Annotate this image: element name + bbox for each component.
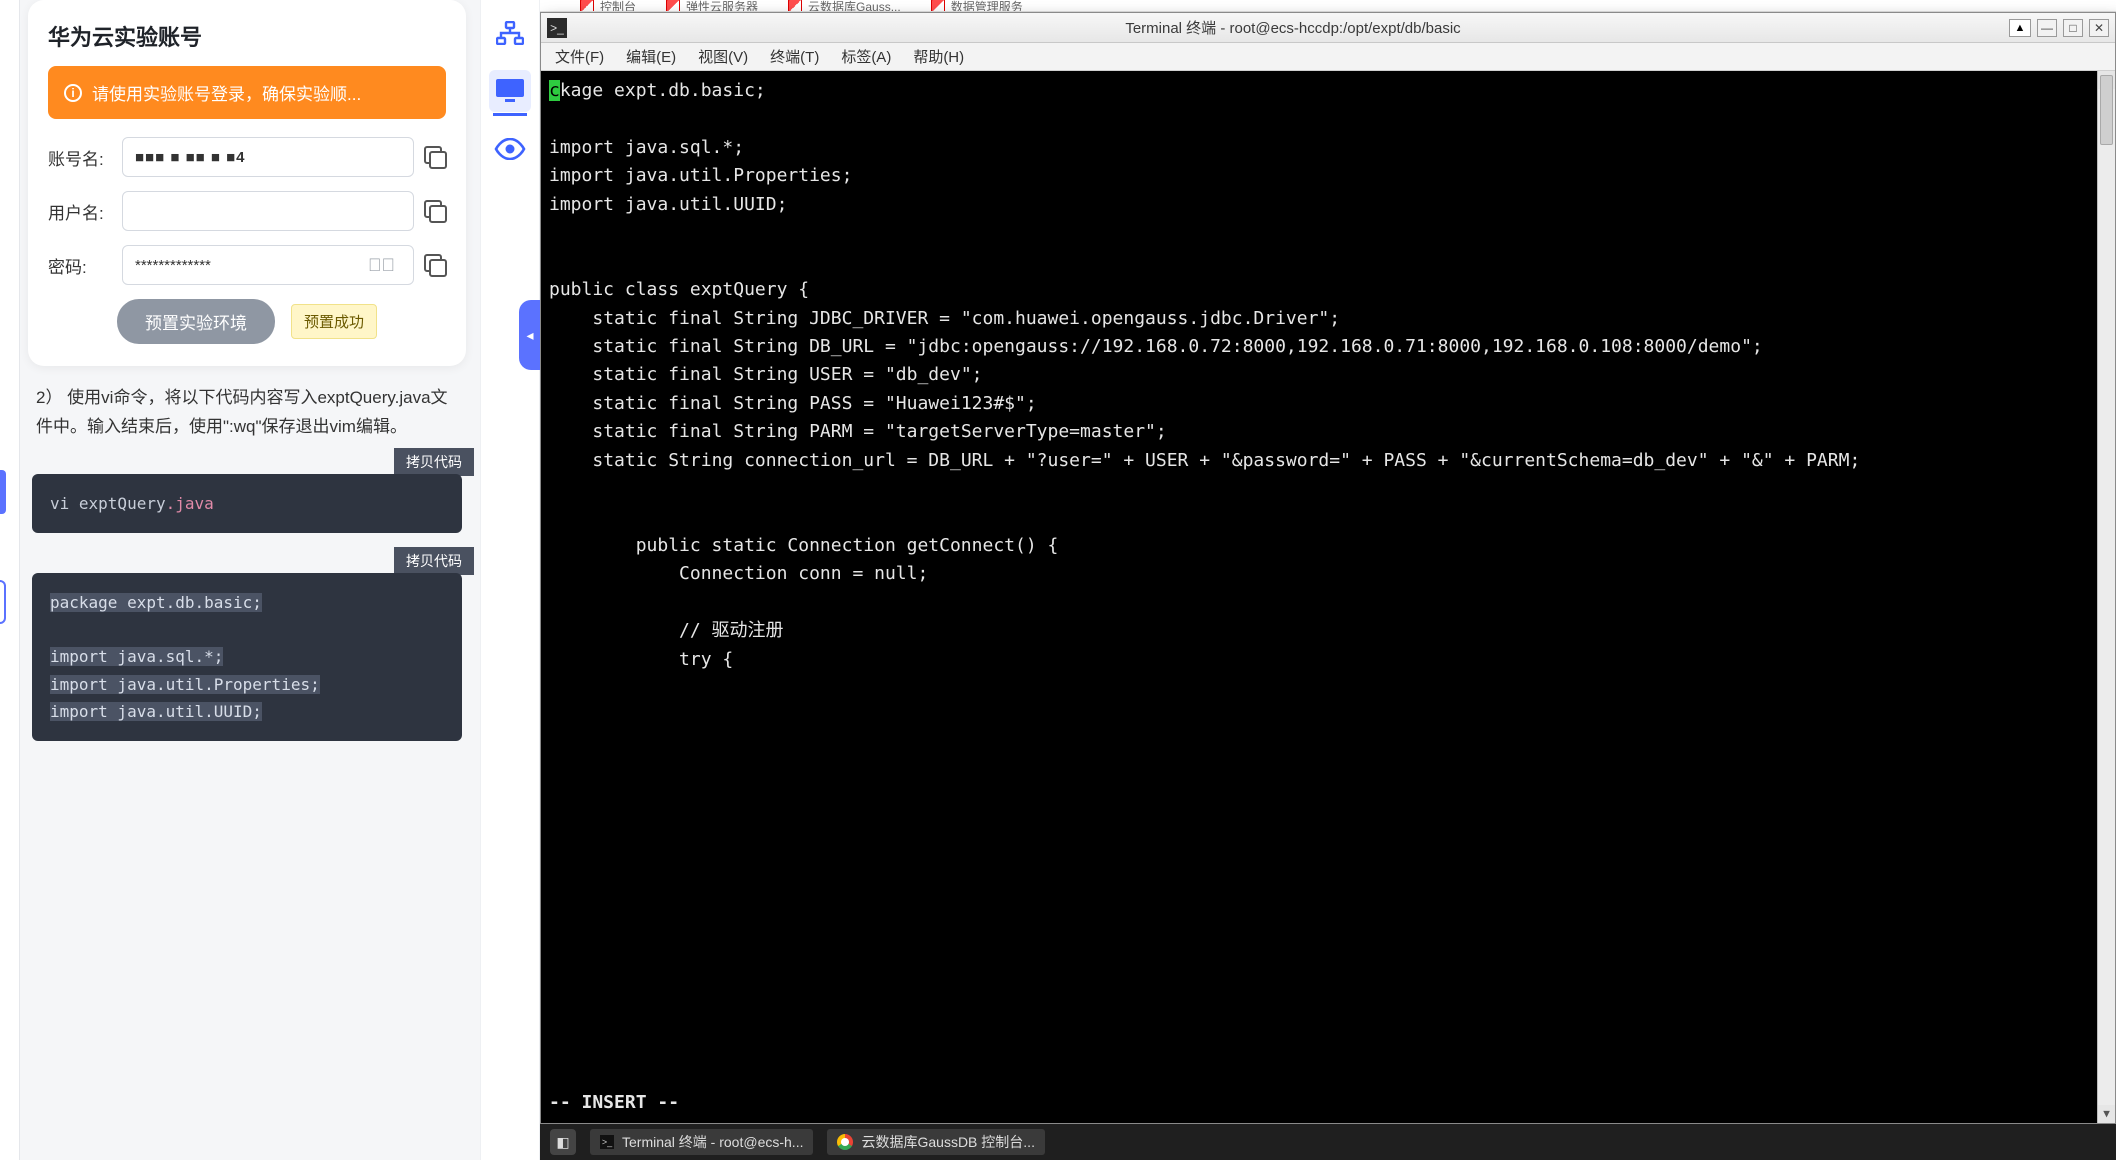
left-accent-rail	[0, 0, 20, 1160]
user-input[interactable]	[122, 191, 414, 231]
menu-help[interactable]: 帮助(H)	[913, 46, 964, 67]
close-button[interactable]: ✕	[2089, 19, 2109, 37]
step-instruction: 2） 使用vi命令，将以下代码内容写入exptQuery.java文件中。输入结…	[20, 380, 474, 452]
taskbar-item-chrome[interactable]: 云数据库GaussDB 控制台...	[827, 1129, 1044, 1155]
terminal-small-icon: >_	[600, 1135, 614, 1149]
taskbar-item-terminal[interactable]: >_ Terminal 终端 - root@ecs-h...	[590, 1129, 813, 1155]
info-icon: i	[64, 84, 82, 102]
account-input[interactable]: ■■■ ■ ■■ ■ ■4	[122, 137, 414, 177]
terminal-titlebar[interactable]: >_ Terminal 终端 - root@ecs-hccdp:/opt/exp…	[541, 13, 2115, 43]
browser-tab[interactable]: 云数据库Gauss...	[788, 0, 901, 12]
start-button[interactable]: ◧	[550, 1129, 576, 1155]
eye-off-icon[interactable]: 👁⃠	[368, 255, 395, 276]
user-label: 用户名:	[48, 199, 112, 224]
rail-marker-active	[0, 470, 6, 514]
eye-icon[interactable]	[489, 128, 531, 170]
remote-desktop: 控制台 弹性云服务器 云数据库Gauss... 数据管理服务 >_ Termin…	[540, 0, 2116, 1160]
menu-view[interactable]: 视图(V)	[698, 46, 748, 67]
copy-code-button-2[interactable]: 拷贝代码	[394, 547, 474, 575]
copy-account-icon[interactable]	[424, 146, 446, 168]
terminal-body[interactable]: ckage expt.db.basic; import java.sql.*; …	[541, 71, 2115, 1123]
scroll-down-icon[interactable]: ▼	[2098, 1105, 2115, 1123]
huawei-logo-icon	[931, 0, 945, 12]
preset-status-tag: 预置成功	[291, 304, 377, 339]
menu-term[interactable]: 终端(T)	[770, 46, 819, 67]
rail-marker-secondary	[0, 580, 6, 624]
browser-tab[interactable]: 控制台	[580, 0, 636, 12]
left-panel: 华为云实验账号 i 请使用实验账号登录，确保实验顺... 账号名: ■■■ ■ …	[0, 0, 480, 1160]
account-label: 账号名:	[48, 145, 112, 170]
vim-cursor: c	[549, 80, 560, 101]
minimize-button[interactable]: —	[2037, 19, 2057, 37]
account-card: 华为云实验账号 i 请使用实验账号登录，确保实验顺... 账号名: ■■■ ■ …	[28, 0, 466, 366]
taskbar: ◧ >_ Terminal 终端 - root@ecs-h... 云数据库Gau…	[540, 1124, 2116, 1160]
monitor-icon[interactable]	[489, 70, 531, 112]
collapse-handle[interactable]: ◂	[519, 300, 541, 370]
terminal-app-icon: >_	[547, 18, 567, 38]
preset-env-button[interactable]: 预置实验环境	[117, 299, 275, 344]
chrome-icon	[837, 1134, 853, 1150]
browser-tab[interactable]: 弹性云服务器	[666, 0, 758, 12]
terminal-scrollbar[interactable]: ▲ ▼	[2097, 71, 2115, 1123]
scroll-thumb[interactable]	[2100, 75, 2113, 145]
login-alert: i 请使用实验账号登录，确保实验顺...	[48, 66, 446, 119]
vim-mode-status: -- INSERT --	[549, 1089, 679, 1117]
tool-rail: ◂	[480, 0, 540, 1160]
huawei-logo-icon	[580, 0, 594, 12]
browser-tabstrip: 控制台 弹性云服务器 云数据库Gauss... 数据管理服务	[540, 0, 2116, 12]
pass-input[interactable]: ************* 👁⃠	[122, 245, 414, 285]
huawei-logo-icon	[666, 0, 680, 12]
code-block-vi: vi exptQuery.java	[32, 474, 462, 533]
rollup-button[interactable]: ▲	[2009, 19, 2031, 37]
copy-user-icon[interactable]	[424, 200, 446, 222]
code-block-java: package expt.db.basic; import java.sql.*…	[32, 573, 462, 741]
terminal-title: Terminal 终端 - root@ecs-hccdp:/opt/expt/d…	[577, 17, 2009, 38]
terminal-window: >_ Terminal 终端 - root@ecs-hccdp:/opt/exp…	[540, 12, 2116, 1124]
sitemap-icon[interactable]	[489, 12, 531, 54]
browser-tab[interactable]: 数据管理服务	[931, 0, 1023, 12]
menu-file[interactable]: 文件(F)	[555, 46, 604, 67]
maximize-button[interactable]: □	[2063, 19, 2083, 37]
terminal-menubar: 文件(F) 编辑(E) 视图(V) 终端(T) 标签(A) 帮助(H)	[541, 43, 2115, 71]
copy-pass-icon[interactable]	[424, 254, 446, 276]
pass-label: 密码:	[48, 253, 112, 278]
alert-text: 请使用实验账号登录，确保实验顺...	[92, 80, 361, 105]
huawei-logo-icon	[788, 0, 802, 12]
copy-code-button-1[interactable]: 拷贝代码	[394, 448, 474, 476]
menu-edit[interactable]: 编辑(E)	[626, 46, 676, 67]
card-title: 华为云实验账号	[48, 20, 446, 52]
menu-tabs[interactable]: 标签(A)	[841, 46, 891, 67]
